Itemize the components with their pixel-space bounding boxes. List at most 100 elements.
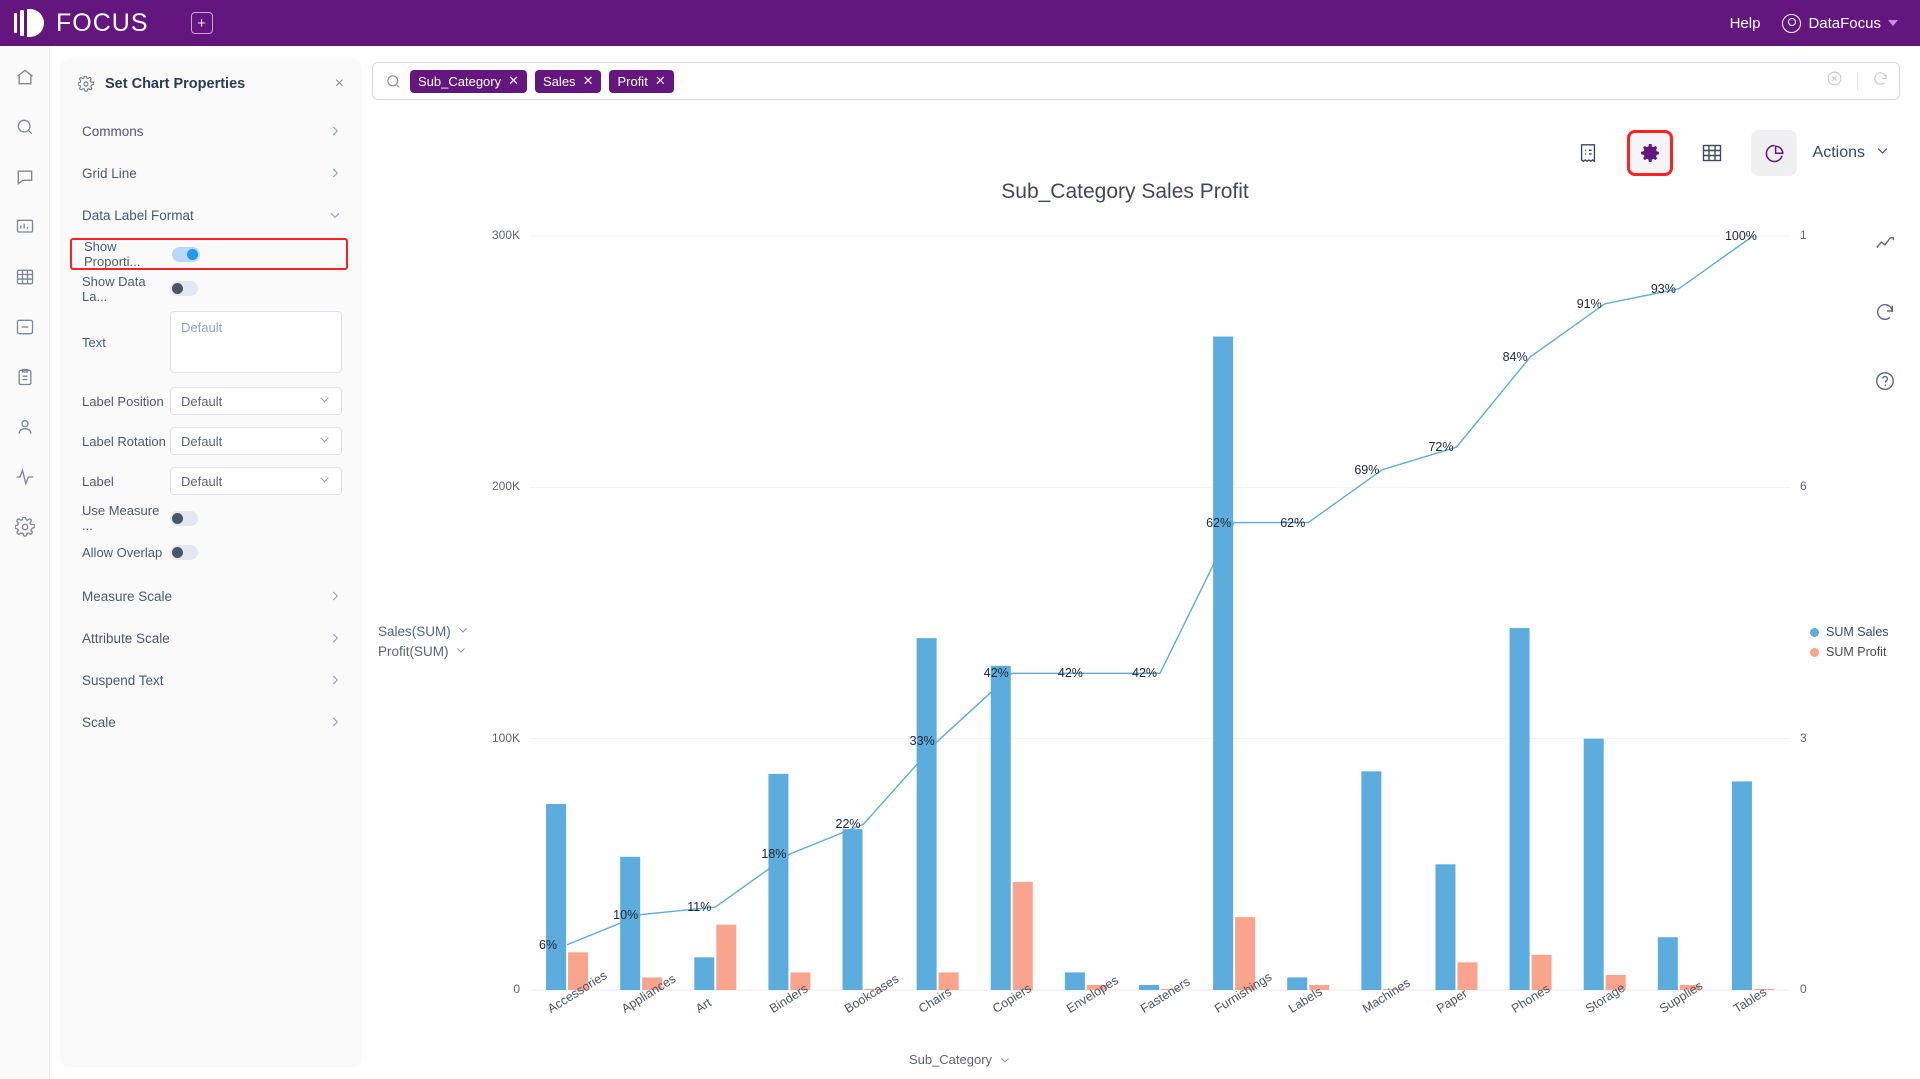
label-position-select[interactable]: Default — [170, 387, 342, 415]
chart-bar[interactable] — [716, 924, 737, 990]
measure-selector-profit[interactable]: Profit(SUM) — [378, 642, 469, 662]
show-proportion-row[interactable]: Show Proporti... — [70, 238, 348, 270]
show-proportion-toggle[interactable] — [172, 246, 200, 262]
close-icon[interactable]: ✕ — [583, 73, 594, 89]
chart-bar[interactable] — [1064, 972, 1085, 990]
group-measure-scale[interactable]: Measure Scale — [62, 575, 360, 617]
chart-bar[interactable] — [768, 773, 789, 990]
measure-selector-sales[interactable]: Sales(SUM) — [378, 622, 469, 642]
sidebar-item-activity[interactable] — [8, 460, 42, 494]
chart-bar[interactable] — [1139, 984, 1159, 990]
text-label: Text — [82, 335, 106, 350]
text-row: Text Default — [62, 305, 360, 381]
measure-selector-sales-label: Sales(SUM) — [378, 624, 451, 639]
receipt-icon[interactable] — [1565, 130, 1611, 176]
cumulative-line[interactable] — [566, 235, 1754, 946]
table-grid-icon[interactable] — [1689, 130, 1735, 176]
sidebar-item-user[interactable] — [8, 410, 42, 444]
close-icon[interactable]: ✕ — [655, 73, 666, 89]
top-bar: FOCUS + Help DataFocus — [0, 0, 1920, 46]
chevron-down-icon — [457, 622, 469, 642]
x-axis-title-label: Sub_Category — [908, 1052, 993, 1067]
show-data-label-toggle[interactable] — [170, 281, 198, 296]
x-axis-title-group[interactable]: Sub_Category — [909, 1052, 1011, 1067]
label-position-row: Label Position Default — [62, 381, 360, 421]
close-icon[interactable]: ✕ — [508, 73, 519, 89]
chevron-down-icon — [318, 473, 331, 489]
chart-properties-panel: Set Chart Properties × Commons Grid Line… — [62, 60, 360, 1065]
allow-overlap-label: Allow Overlap — [82, 544, 163, 560]
user-menu[interactable]: DataFocus — [1782, 13, 1898, 33]
x-axis-title: Sub_Category — [0, 1052, 1920, 1067]
group-attribute-scale[interactable]: Attribute Scale — [62, 617, 360, 659]
group-data-label-format[interactable]: Data Label Format — [62, 194, 360, 236]
legend-item-sum-profit[interactable]: SUM Profit — [1810, 642, 1889, 662]
sidebar-item-settings[interactable] — [8, 510, 42, 544]
chart-bar[interactable] — [694, 957, 715, 990]
show-data-label-row[interactable]: Show Data La... — [62, 272, 360, 305]
sidebar-item-search[interactable] — [8, 110, 42, 144]
use-measure-label: Use Measure ... — [82, 503, 160, 533]
chart-bar[interactable] — [1657, 937, 1678, 990]
actions-menu[interactable]: Actions — [1813, 143, 1890, 163]
chart-bar[interactable] — [1509, 628, 1530, 990]
add-tab-icon[interactable]: + — [190, 12, 213, 34]
show-data-label-label: Show Data La... — [82, 273, 146, 304]
chevron-down-icon — [1888, 20, 1898, 26]
trend-line-icon[interactable] — [1874, 232, 1896, 259]
label-row: Label Default — [62, 461, 360, 501]
group-suspend-text[interactable]: Suspend Text — [62, 659, 360, 701]
chart-bar[interactable] — [1213, 336, 1234, 990]
search-chip-sales[interactable]: Sales ✕ — [535, 69, 602, 93]
chart-bar[interactable] — [1012, 881, 1033, 990]
help-circle-icon[interactable] — [1874, 370, 1896, 397]
help-link[interactable]: Help — [1730, 15, 1761, 32]
use-measure-row[interactable]: Use Measure ... — [62, 501, 360, 535]
group-grid-line[interactable]: Grid Line — [62, 152, 360, 194]
pie-chart-icon[interactable] — [1750, 130, 1797, 176]
close-icon[interactable]: × — [335, 76, 344, 92]
search-chip-sub-category[interactable]: Sub_Category ✕ — [410, 69, 528, 93]
chart-bar[interactable] — [1361, 771, 1382, 990]
chart-bar[interactable] — [620, 856, 641, 990]
chart-bar[interactable] — [1435, 864, 1456, 990]
chart-bar[interactable] — [1731, 781, 1752, 990]
chart-bar[interactable] — [916, 638, 937, 990]
chart-bar[interactable] — [990, 665, 1011, 990]
chevron-right-icon — [328, 631, 342, 645]
sidebar-item-table[interactable] — [8, 260, 42, 294]
x-axis-label: Labels — [1286, 984, 1325, 1016]
text-input[interactable]: Default — [170, 311, 342, 373]
sidebar-item-clipboard[interactable] — [8, 360, 42, 394]
search-chip-profit[interactable]: Profit ✕ — [609, 69, 674, 93]
allow-overlap-toggle[interactable] — [170, 544, 198, 560]
sidebar-item-dashboard[interactable] — [8, 210, 42, 244]
chart-bar[interactable] — [1583, 738, 1604, 990]
label-field-select[interactable]: Default — [170, 467, 342, 495]
refresh-icon[interactable] — [1872, 70, 1889, 92]
sidebar-item-ask[interactable] — [8, 160, 42, 194]
sidebar-item-home[interactable] — [8, 60, 42, 94]
group-scale-label: Scale — [82, 714, 116, 730]
allow-overlap-row[interactable]: Allow Overlap — [62, 535, 360, 569]
search-icon — [385, 73, 402, 90]
chart-bar[interactable] — [842, 829, 863, 990]
refresh-circle-icon[interactable] — [1874, 301, 1896, 328]
group-measure-scale-label: Measure Scale — [82, 588, 173, 604]
chart-bar[interactable] — [1287, 977, 1308, 990]
y-axis-tick: 100K — [491, 730, 520, 745]
search-bar[interactable]: Sub_Category ✕ Sales ✕ Profit ✕ — [372, 62, 1900, 100]
chart-bar[interactable] — [546, 804, 567, 990]
legend-item-sum-sales[interactable]: SUM Sales — [1810, 622, 1889, 642]
use-measure-toggle[interactable] — [170, 510, 198, 526]
clear-circle-icon[interactable] — [1826, 70, 1843, 92]
proportion-label: 6% — [539, 937, 558, 952]
group-scale[interactable]: Scale — [62, 701, 360, 743]
label-rotation-select[interactable]: Default — [170, 427, 342, 455]
group-commons[interactable]: Commons — [62, 110, 360, 152]
x-axis-label: Tables — [1730, 984, 1770, 1016]
x-axis-label: Binders — [767, 981, 811, 1016]
sidebar-item-collapse[interactable] — [8, 310, 42, 344]
gear-icon[interactable] — [1626, 130, 1673, 176]
label-position-value: Default — [181, 393, 223, 409]
